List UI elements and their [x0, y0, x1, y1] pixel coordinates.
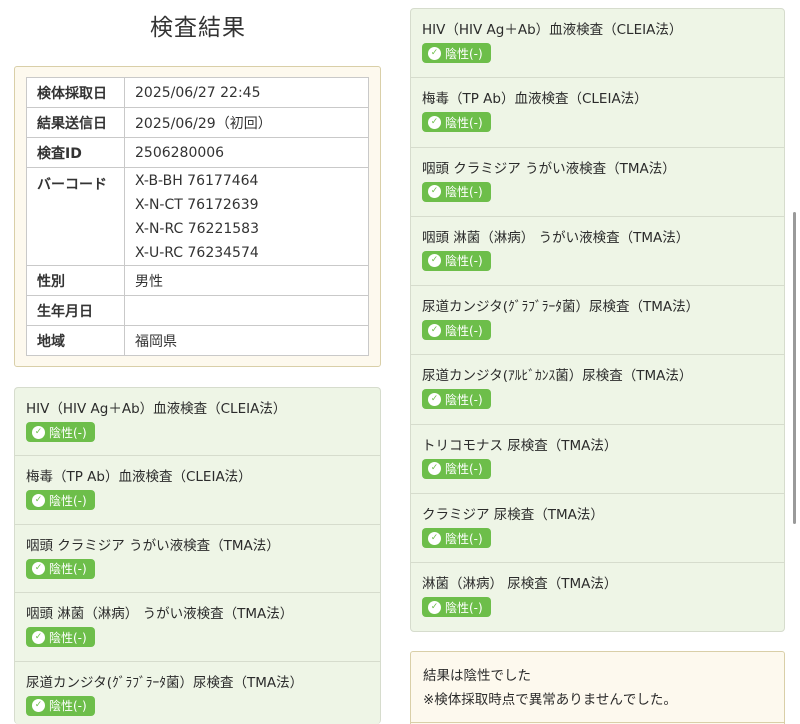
result-badge: ✓ 陰性(-)	[422, 250, 491, 271]
barcode-value: X-N-RC 76221583	[135, 220, 259, 237]
result-badge: ✓ 陰性(-)	[26, 422, 95, 442]
result-text: 陰性(-)	[49, 562, 87, 577]
check-circle-icon: ✓	[428, 46, 441, 60]
summary-divider	[411, 722, 784, 723]
check-circle-icon: ✓	[428, 115, 441, 129]
sent-date-label: 結果送信日	[26, 107, 125, 138]
test-result-row: 咽頭 淋菌（淋病） うがい液検査（TMA法） ✓ 陰性(-)	[15, 593, 380, 662]
summary-line: 結果は陰性でした	[423, 668, 531, 684]
test-result-row: 淋菌（淋病） 尿検査（TMA法） ✓ 陰性(-)	[411, 563, 784, 631]
test-result-row: 梅毒（TP Ab）血液検査（CLEIA法） ✓ 陰性(-)	[411, 78, 784, 148]
patient-info-table: 検体採取日 2025/06/27 22:45 結果送信日 2025/06/29（…	[26, 77, 369, 356]
result-badge: ✓ 陰性(-)	[26, 627, 95, 648]
result-text: 陰性(-)	[445, 115, 483, 130]
test-result-row: クラミジア 尿検査（TMA法） ✓ 陰性(-)	[411, 494, 784, 564]
result-badge: ✓ 陰性(-)	[422, 112, 491, 133]
result-text: 陰性(-)	[445, 323, 483, 338]
check-circle-icon: ✓	[32, 630, 45, 644]
test-name: 淋菌（淋病） 尿検査（TMA法）	[422, 576, 618, 593]
result-text: 陰性(-)	[445, 462, 483, 477]
result-badge: ✓ 陰性(-)	[422, 320, 491, 341]
birth-date-label: 生年月日	[26, 295, 125, 326]
check-circle-icon: ✓	[428, 462, 441, 476]
result-summary-card: 結果は陰性でした ※検体採取時点で異常ありませんでした。	[410, 651, 785, 724]
patient-info-card: 検体採取日 2025/06/27 22:45 結果送信日 2025/06/29（…	[14, 66, 381, 367]
sent-date-value: 2025/06/29（初回）	[124, 107, 369, 138]
result-text: 陰性(-)	[445, 185, 483, 200]
barcode-label: バーコード	[26, 167, 125, 266]
sex-value: 男性	[124, 265, 369, 296]
result-badge: ✓ 陰性(-)	[422, 528, 491, 549]
region-value: 福岡県	[124, 325, 369, 356]
test-result-row: HIV（HIV Ag＋Ab）血液検査（CLEIA法） ✓ 陰性(-)	[15, 388, 380, 457]
test-result-row: トリコモナス 尿検査（TMA法） ✓ 陰性(-)	[411, 425, 784, 495]
test-result-row: 咽頭 クラミジア うがい液検査（TMA法） ✓ 陰性(-)	[15, 525, 380, 594]
barcode-value: X-U-RC 76234574	[135, 244, 259, 261]
test-id-label: 検査ID	[26, 137, 125, 168]
test-result-row: 尿道カンジタ(ｸﾞﾗﾌﾞﾗｰﾀ菌）尿検査（TMA法） ✓ 陰性(-)	[411, 286, 784, 356]
page-scrollbar[interactable]	[793, 212, 796, 524]
check-circle-icon: ✓	[428, 392, 441, 406]
birth-date-value	[124, 295, 369, 326]
test-result-row: 梅毒（TP Ab）血液検査（CLEIA法） ✓ 陰性(-)	[15, 456, 380, 525]
test-name: 咽頭 クラミジア うがい液検査（TMA法）	[26, 537, 280, 554]
result-text: 陰性(-)	[49, 425, 87, 440]
test-name: クラミジア 尿検査（TMA法）	[422, 507, 604, 524]
test-name: 尿道カンジタ(ｸﾞﾗﾌﾞﾗｰﾀ菌）尿検査（TMA法）	[422, 299, 700, 316]
result-badge: ✓ 陰性(-)	[422, 43, 491, 63]
check-circle-icon: ✓	[32, 562, 45, 576]
test-name: 咽頭 淋菌（淋病） うがい液検査（TMA法）	[422, 229, 690, 246]
page-title: 検査結果	[150, 15, 246, 41]
test-id-value: 2506280006	[124, 137, 369, 168]
barcode-value: X-N-CT 76172639	[135, 196, 259, 213]
result-text: 陰性(-)	[445, 392, 483, 407]
test-result-row: 尿道カンジタ(ｱﾙﾋﾞｶﾝｽ菌）尿検査（TMA法） ✓ 陰性(-)	[411, 355, 784, 425]
test-name: 梅毒（TP Ab）血液検査（CLEIA法）	[422, 91, 648, 108]
barcode-value: X-B-BH 76177464	[135, 172, 259, 189]
test-result-row: 咽頭 クラミジア うがい液検査（TMA法） ✓ 陰性(-)	[411, 148, 784, 217]
result-text: 陰性(-)	[445, 254, 483, 269]
test-results-card-right: HIV（HIV Ag＋Ab）血液検査（CLEIA法） ✓ 陰性(-) 梅毒（TP …	[410, 8, 785, 632]
test-name: 咽頭 淋菌（淋病） うがい液検査（TMA法）	[26, 606, 294, 623]
test-name: 尿道カンジタ(ｸﾞﾗﾌﾞﾗｰﾀ菌）尿検査（TMA法）	[26, 674, 304, 691]
result-text: 陰性(-)	[445, 46, 483, 61]
test-name: HIV（HIV Ag＋Ab）血液検査（CLEIA法）	[26, 401, 287, 417]
test-name: 咽頭 クラミジア うがい液検査（TMA法）	[422, 160, 676, 177]
sex-label: 性別	[26, 265, 125, 296]
result-text: 陰性(-)	[445, 600, 483, 615]
check-circle-icon: ✓	[32, 425, 45, 439]
result-badge: ✓ 陰性(-)	[26, 558, 95, 579]
result-badge: ✓ 陰性(-)	[422, 389, 491, 410]
result-text: 陰性(-)	[49, 699, 87, 714]
result-text: 陰性(-)	[445, 531, 483, 546]
test-name: トリコモナス 尿検査（TMA法）	[422, 437, 618, 454]
result-text: 陰性(-)	[49, 493, 87, 508]
check-circle-icon: ✓	[32, 699, 45, 713]
result-badge: ✓ 陰性(-)	[422, 597, 491, 618]
check-circle-icon: ✓	[428, 323, 441, 337]
test-result-row: 尿道カンジタ(ｸﾞﾗﾌﾞﾗｰﾀ菌）尿検査（TMA法） ✓ 陰性(-)	[15, 662, 380, 724]
result-badge: ✓ 陰性(-)	[26, 490, 95, 511]
test-results-card-left: HIV（HIV Ag＋Ab）血液検査（CLEIA法） ✓ 陰性(-) 梅毒（TP …	[14, 387, 381, 724]
summary-note: ※検体採取時点で異常ありませんでした。	[423, 692, 677, 708]
test-name: 梅毒（TP Ab）血液検査（CLEIA法）	[26, 469, 252, 486]
collection-date-label: 検体採取日	[26, 77, 125, 108]
check-circle-icon: ✓	[428, 531, 441, 545]
test-name: HIV（HIV Ag＋Ab）血液検査（CLEIA法）	[422, 22, 683, 38]
result-badge: ✓ 陰性(-)	[422, 458, 491, 479]
region-label: 地域	[26, 325, 125, 356]
result-text: 陰性(-)	[49, 630, 87, 645]
check-circle-icon: ✓	[428, 185, 441, 199]
result-badge: ✓ 陰性(-)	[26, 695, 95, 716]
barcode-list: X-B-BH 76177464 X-N-CT 76172639 X-N-RC 7…	[124, 167, 369, 266]
check-circle-icon: ✓	[428, 254, 441, 268]
test-result-row: HIV（HIV Ag＋Ab）血液検査（CLEIA法） ✓ 陰性(-)	[411, 9, 784, 79]
check-circle-icon: ✓	[428, 600, 441, 614]
collection-date-value: 2025/06/27 22:45	[124, 77, 369, 108]
result-badge: ✓ 陰性(-)	[422, 181, 491, 202]
test-result-row: 咽頭 淋菌（淋病） うがい液検査（TMA法） ✓ 陰性(-)	[411, 217, 784, 287]
test-name: 尿道カンジタ(ｱﾙﾋﾞｶﾝｽ菌）尿検査（TMA法）	[422, 368, 693, 385]
check-circle-icon: ✓	[32, 493, 45, 507]
